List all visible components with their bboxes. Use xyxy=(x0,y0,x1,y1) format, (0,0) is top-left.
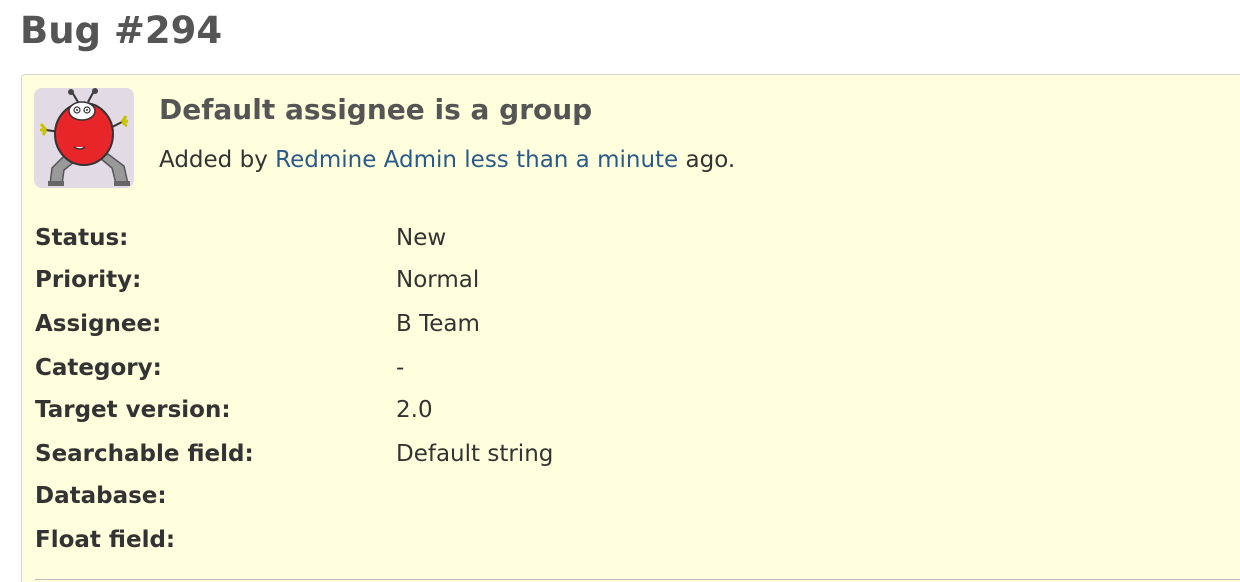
attribute-label: Category: xyxy=(35,355,162,381)
attribute-status: Status: New xyxy=(35,218,446,258)
attribute-label: Target version: xyxy=(35,397,231,423)
searchable-field-value: Default string xyxy=(396,441,554,467)
attribute-assignee: Assignee: B Team xyxy=(35,304,480,344)
category-value: - xyxy=(396,355,405,381)
attribute-label: Priority: xyxy=(35,267,142,293)
attribute-target-version: Target version: 2.0 xyxy=(35,390,433,430)
attribute-float-field: Float field: xyxy=(35,520,396,560)
attribute-label: Assignee: xyxy=(35,311,162,337)
attribute-label: Status: xyxy=(35,225,129,251)
author-avatar xyxy=(34,88,134,188)
author-prefix: Added by xyxy=(159,147,268,173)
author-link[interactable]: Redmine Admin xyxy=(275,147,457,173)
issue-details-box: Default assignee is a group Added by Red… xyxy=(21,74,1240,582)
assignee-value: B Team xyxy=(396,311,480,337)
status-value: New xyxy=(396,225,447,251)
attribute-label: Database: xyxy=(35,483,167,509)
issue-page: Bug #294 Default assignee is a group Add… xyxy=(0,0,1240,582)
author-suffix: ago. xyxy=(685,147,736,173)
issue-subject: Default assignee is a group xyxy=(159,93,593,126)
attribute-label: Float field: xyxy=(35,527,176,553)
bug-mascot-icon xyxy=(34,88,134,188)
author-line: Added by Redmine Admin less than a minut… xyxy=(159,143,735,177)
time-ago-link[interactable]: less than a minute xyxy=(464,147,678,173)
divider xyxy=(35,579,1240,580)
attribute-priority: Priority: Normal xyxy=(35,260,479,300)
attribute-label: Searchable field: xyxy=(35,441,254,467)
page-title: Bug #294 xyxy=(20,9,223,52)
attribute-searchable-field: Searchable field: Default string xyxy=(35,434,553,474)
attribute-category: Category: - xyxy=(35,348,404,388)
attribute-database: Database: xyxy=(35,476,396,516)
target-version-link[interactable]: 2.0 xyxy=(396,390,433,430)
priority-value: Normal xyxy=(396,267,480,293)
